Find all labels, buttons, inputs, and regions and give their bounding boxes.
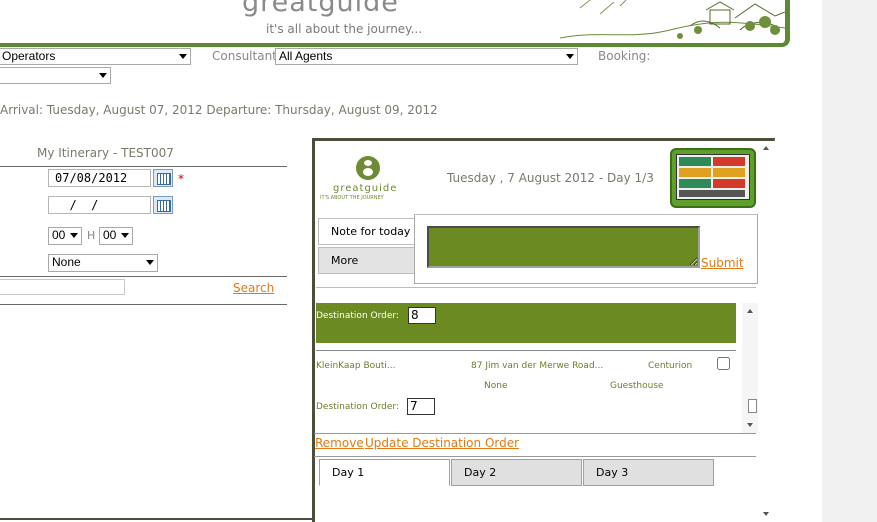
scroll-up-icon[interactable] xyxy=(763,146,769,150)
divider xyxy=(314,456,756,457)
divider xyxy=(314,433,756,434)
update-destination-order-link[interactable]: Update Destination Order xyxy=(365,436,519,450)
scroll-up-icon[interactable] xyxy=(747,309,753,313)
operators-select[interactable]: Operators xyxy=(0,48,191,65)
search-link[interactable]: Search xyxy=(233,281,274,295)
search-input[interactable] xyxy=(0,279,125,295)
type-select[interactable]: None xyxy=(48,254,158,272)
consultant-select-value: All Agents xyxy=(279,49,333,63)
submit-link[interactable]: Submit xyxy=(701,256,744,270)
operators-select-value: Operators xyxy=(2,49,56,63)
minute-select[interactable]: 00 xyxy=(99,227,133,245)
required-asterisk: * xyxy=(178,172,184,186)
divider xyxy=(0,276,287,277)
entry-name[interactable]: KleinKaap Bouti... xyxy=(316,361,396,371)
itinerary-title: My Itinerary - TEST007 xyxy=(37,146,174,160)
entry-address: 87 Jim van der Merwe Road... xyxy=(471,361,604,371)
greatguide-logo: greatguide IT'S ABOUT THE JOURNEY xyxy=(318,152,414,204)
chevron-down-icon xyxy=(70,233,78,238)
divider xyxy=(316,350,736,351)
divider xyxy=(0,304,287,305)
consultant-select[interactable]: All Agents xyxy=(275,48,578,65)
destination-order-input[interactable]: 8 xyxy=(408,307,436,324)
hour-separator: H xyxy=(87,229,96,242)
destination-order-input[interactable]: 7 xyxy=(407,398,435,415)
scroll-down-icon[interactable] xyxy=(747,423,753,427)
divider xyxy=(0,166,287,167)
tab-more[interactable]: More xyxy=(318,247,418,274)
hour-select[interactable]: 00 xyxy=(48,227,82,245)
remove-link[interactable]: Remove xyxy=(315,436,364,450)
type-select-value: None xyxy=(52,255,81,269)
day-tab-3[interactable]: Day 3 xyxy=(583,459,714,486)
header-banner: greatguide it's all about the journey... xyxy=(0,0,790,47)
scroll-down-icon[interactable] xyxy=(763,512,769,516)
entry-type: Guesthouse xyxy=(610,381,664,391)
brand-logo-text: greatguide xyxy=(242,0,399,18)
second-date-input[interactable]: / / xyxy=(48,196,151,214)
day-tab-2[interactable]: Day 2 xyxy=(451,459,582,486)
day-date-heading: Tuesday , 7 August 2012 - Day 1/3 xyxy=(447,171,654,185)
landscape-illustration xyxy=(560,0,785,39)
note-textarea[interactable] xyxy=(427,226,700,268)
consultant-label: Consultant: xyxy=(212,49,281,63)
booking-label: Booking: xyxy=(598,49,651,63)
panel-scrollbar[interactable] xyxy=(758,141,775,522)
day-tab-1[interactable]: Day 1 xyxy=(319,459,450,486)
entry-area: Centurion xyxy=(648,361,693,371)
destination-row-highlighted: Destination Order: 8 xyxy=(316,303,736,343)
hour-select-value: 00 xyxy=(52,228,66,242)
page-background-right xyxy=(822,0,877,522)
logo-word: greatguide xyxy=(333,183,398,194)
arrival-departure-text: Arrival: Tuesday, August 07, 2012 Depart… xyxy=(0,103,438,117)
destination-order-label: Destination Order: xyxy=(316,311,399,321)
scrollbar[interactable] xyxy=(742,303,759,433)
date-input[interactable]: 07/08/2012 xyxy=(48,169,151,187)
calendar-icon[interactable] xyxy=(153,196,173,214)
divider xyxy=(316,287,756,288)
chevron-down-icon xyxy=(146,260,154,265)
entry-meal: None xyxy=(484,381,508,391)
destination-order-label: Destination Order: xyxy=(316,402,399,412)
chevron-down-icon xyxy=(179,54,187,59)
scroll-thumb[interactable] xyxy=(748,399,757,413)
brand-tagline: it's all about the journey... xyxy=(266,22,423,36)
secondary-select[interactable] xyxy=(0,67,111,84)
chevron-down-icon xyxy=(99,73,107,78)
calendar-icon[interactable] xyxy=(153,169,173,187)
gps-device-icon[interactable] xyxy=(670,148,756,208)
chevron-down-icon xyxy=(121,233,129,238)
entry-checkbox[interactable] xyxy=(717,357,730,370)
chevron-down-icon xyxy=(566,54,574,59)
tab-note-for-today[interactable]: Note for today xyxy=(318,218,418,245)
left-panel-bottom-border xyxy=(0,518,312,520)
minute-select-value: 00 xyxy=(103,228,117,242)
logo-subtitle: IT'S ABOUT THE JOURNEY xyxy=(320,195,384,201)
